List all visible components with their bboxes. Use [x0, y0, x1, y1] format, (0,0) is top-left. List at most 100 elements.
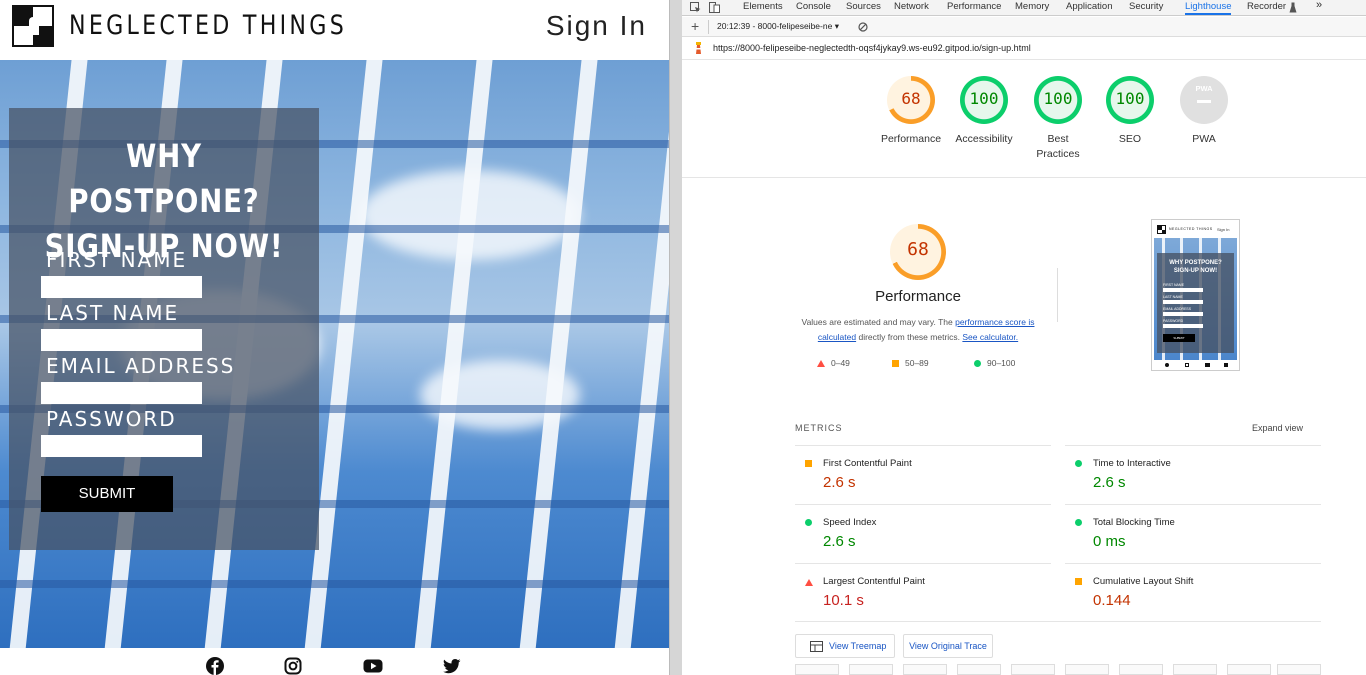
metric-speed-index[interactable]: Speed Index 2.6 s	[795, 504, 1051, 563]
tab-memory[interactable]: Memory	[1015, 1, 1049, 12]
circle-icon	[1075, 519, 1082, 526]
password-label: PASSWORD	[46, 407, 177, 431]
password-input[interactable]	[41, 435, 202, 457]
metric-value: 2.6 s	[1093, 474, 1126, 491]
view-original-trace-button[interactable]: View Original Trace	[903, 634, 993, 658]
thumb-title-1: WHY POSTPONE?	[1169, 260, 1222, 266]
device-toolbar-icon[interactable]	[709, 2, 720, 13]
report-url[interactable]: https://8000-felipeseibe-neglectedth-oqs…	[713, 43, 1031, 53]
perf-desc-text-2: directly from these metrics.	[856, 332, 963, 342]
seo-score: 100	[1115, 89, 1145, 108]
legend-pass: 90–100	[974, 358, 1015, 368]
brand-name[interactable]: NEGLECTED THINGS	[69, 10, 347, 41]
gauge-accessibility[interactable]: 100 Accessibility	[947, 76, 1021, 147]
accessibility-gauge-label: Accessibility	[955, 133, 1013, 145]
new-report-icon[interactable]: +	[691, 18, 699, 34]
performance-big-gauge: 68	[890, 224, 946, 280]
best-practices-label-line-2: Practices	[1036, 148, 1080, 160]
legend-average: 50–89	[892, 358, 929, 368]
perf-desc-text-1: Values are estimated and may vary. The	[801, 317, 956, 327]
tab-console[interactable]: Console	[796, 1, 831, 12]
metric-name: Largest Contentful Paint	[823, 576, 925, 587]
metric-value: 0 ms	[1093, 533, 1126, 550]
metric-largest-contentful-paint[interactable]: Largest Contentful Paint 10.1 s	[795, 563, 1051, 622]
pwa-badge-text: PWA	[1195, 84, 1213, 93]
site-footer	[0, 648, 669, 675]
metric-time-to-interactive[interactable]: Time to Interactive 2.6 s	[1065, 445, 1321, 504]
view-treemap-label: View Treemap	[829, 641, 887, 651]
treemap-icon	[810, 641, 823, 652]
email-address-input[interactable]	[41, 382, 202, 404]
legend-average-label: 50–89	[905, 358, 929, 368]
devtools-tab-bar: Elements Console Sources Network Perform…	[682, 0, 1366, 16]
thumb-field-1: FIRST NAME	[1163, 283, 1185, 287]
view-treemap-button[interactable]: View Treemap	[795, 634, 895, 658]
last-name-input[interactable]	[41, 329, 202, 351]
filmstrip-frame	[1277, 664, 1321, 675]
tab-sources[interactable]: Sources	[846, 1, 881, 12]
metric-first-contentful-paint[interactable]: First Contentful Paint 2.6 s	[795, 445, 1051, 504]
seo-gauge-ring: 100	[1106, 76, 1154, 124]
filmstrip-frame	[849, 664, 893, 675]
clear-reports-icon[interactable]	[858, 22, 868, 32]
see-calculator-link[interactable]: See calculator.	[962, 332, 1018, 342]
more-tabs-icon[interactable]: »	[1316, 0, 1322, 11]
circle-icon	[1075, 460, 1082, 467]
accessibility-score: 100	[969, 89, 999, 108]
lighthouse-icon	[696, 42, 701, 54]
tab-performance[interactable]: Performance	[947, 1, 1001, 12]
expand-view-toggle[interactable]: Expand view	[1252, 423, 1303, 433]
legend-fail: 0–49	[817, 358, 850, 368]
metrics-divider	[795, 621, 1321, 622]
gauge-performance[interactable]: 68 Performance	[874, 76, 948, 147]
accessibility-gauge-ring: 100	[960, 76, 1008, 124]
metric-value: 0.144	[1093, 592, 1131, 609]
tab-security[interactable]: Security	[1129, 1, 1163, 12]
circle-icon	[974, 360, 981, 368]
performance-score: 68	[901, 89, 921, 108]
performance-gauge-label: Performance	[880, 133, 942, 145]
first-name-input[interactable]	[41, 276, 202, 298]
thumb-logo-icon	[1157, 225, 1166, 234]
facebook-icon[interactable]	[206, 657, 224, 675]
sign-in-link[interactable]: Sign In	[546, 10, 647, 42]
tab-recorder[interactable]: Recorder	[1247, 1, 1286, 12]
best-practices-score: 100	[1043, 89, 1073, 108]
twitter-icon[interactable]	[443, 657, 461, 675]
pane-divider[interactable]	[669, 0, 682, 675]
metric-name: Time to Interactive	[1093, 458, 1171, 469]
metric-value: 2.6 s	[823, 533, 856, 550]
tab-application[interactable]: Application	[1066, 1, 1112, 12]
performance-big-score: 68	[907, 239, 929, 260]
filmstrip-frame	[1173, 664, 1217, 675]
lighthouse-toolbar: + 20:12:39 - 8000-felipeseibe-ne ▾	[682, 17, 1366, 37]
site-logo-icon[interactable]	[12, 5, 54, 47]
final-screenshot-thumbnail[interactable]: NEGLECTED THINGS Sign In WHY POSTPONE? S…	[1151, 219, 1240, 371]
submit-button[interactable]: SUBMIT	[41, 476, 173, 512]
gauge-pwa[interactable]: PWA PWA	[1167, 76, 1241, 147]
thumb-hero: WHY POSTPONE? SIGN-UP NOW! FIRST NAME LA…	[1154, 238, 1237, 360]
filmstrip-frame	[795, 664, 839, 675]
square-icon	[892, 360, 899, 368]
report-select[interactable]: 20:12:39 - 8000-felipeseibe-ne ▾	[717, 21, 839, 32]
gauge-best-practices[interactable]: 100 Best Practices	[1021, 76, 1095, 162]
vertical-divider	[1057, 268, 1058, 322]
legend-fail-label: 0–49	[831, 358, 850, 368]
metric-value: 2.6 s	[823, 474, 856, 491]
instagram-icon[interactable]	[284, 657, 302, 675]
metric-name: Speed Index	[823, 517, 877, 528]
tab-network[interactable]: Network	[894, 1, 929, 12]
gauge-seo[interactable]: 100 SEO	[1093, 76, 1167, 147]
performance-description: Values are estimated and may vary. The p…	[792, 315, 1044, 345]
tab-elements[interactable]: Elements	[743, 1, 783, 12]
metric-cumulative-layout-shift[interactable]: Cumulative Layout Shift 0.144	[1065, 563, 1321, 622]
youtube-icon[interactable]	[363, 657, 383, 675]
inspect-element-icon[interactable]	[690, 2, 701, 13]
metric-total-blocking-time[interactable]: Total Blocking Time 0 ms	[1065, 504, 1321, 563]
thumb-brand: NEGLECTED THINGS	[1169, 227, 1213, 231]
tab-lighthouse[interactable]: Lighthouse	[1185, 1, 1232, 15]
metric-name: Total Blocking Time	[1093, 517, 1175, 528]
report-select-value: 20:12:39 - 8000-felipeseibe-ne	[717, 21, 833, 31]
thumb-field-4: PASSWORD	[1163, 319, 1184, 323]
report-url-bar: https://8000-felipeseibe-neglectedth-oqs…	[682, 38, 1366, 60]
